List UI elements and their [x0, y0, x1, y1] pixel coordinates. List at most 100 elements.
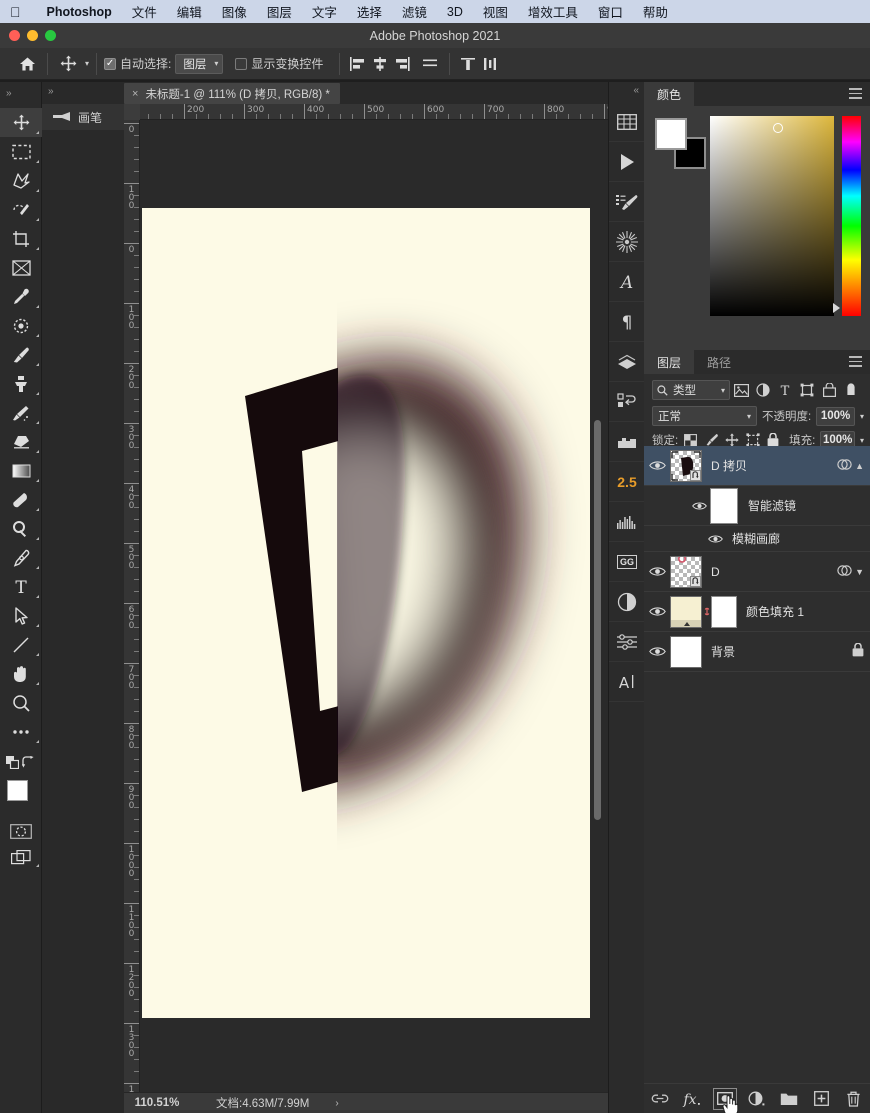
- table-row[interactable]: 颜色填充 1: [644, 592, 870, 632]
- layer-visibility-toggle[interactable]: [644, 566, 670, 577]
- layers-panel-menu-icon[interactable]: [849, 356, 862, 370]
- adjustment-filter-icon[interactable]: [752, 380, 774, 400]
- layer-thumbnail[interactable]: [670, 449, 702, 482]
- frame-tool[interactable]: [0, 253, 42, 282]
- auto-select-scope-select[interactable]: 图层 ▾: [175, 53, 224, 74]
- layer-visibility-toggle[interactable]: [644, 606, 670, 617]
- history-brush-tool[interactable]: [0, 398, 42, 427]
- color-field-marker[interactable]: [773, 123, 783, 133]
- dodge-tool[interactable]: [0, 514, 42, 543]
- character-panel-icon[interactable]: A: [609, 662, 645, 702]
- layer-name[interactable]: 颜色填充 1: [737, 603, 870, 620]
- layers-stack-icon[interactable]: [609, 342, 645, 382]
- menu-3d[interactable]: 3D: [437, 5, 473, 19]
- foreground-color-swatch[interactable]: [7, 780, 28, 801]
- version-25-icon[interactable]: 2.5: [609, 462, 645, 502]
- color-field[interactable]: [710, 116, 834, 316]
- distribute-top-icon[interactable]: [457, 53, 479, 75]
- gg-panel-icon[interactable]: GG: [609, 542, 645, 582]
- smart-filter-mask-thumbnail[interactable]: [710, 487, 738, 524]
- toolbox-collapse-icon[interactable]: »: [0, 82, 42, 104]
- pixel-filter-icon[interactable]: [730, 380, 752, 400]
- menu-select[interactable]: 选择: [347, 2, 392, 21]
- blur-gallery-visibility-toggle[interactable]: [704, 534, 726, 544]
- home-icon[interactable]: [14, 52, 40, 76]
- maximize-window-button[interactable]: [45, 30, 56, 41]
- clone-stamp-tool[interactable]: [0, 369, 42, 398]
- menu-plugins[interactable]: 增效工具: [518, 2, 588, 21]
- paragraph-panel-icon[interactable]: ¶: [609, 302, 645, 342]
- expand-layer-chevron-down-icon[interactable]: ▼: [855, 567, 864, 577]
- align-left-edges-icon[interactable]: [347, 53, 369, 75]
- hue-strip-marker[interactable]: [833, 303, 840, 313]
- quick-mask-button[interactable]: [0, 818, 42, 844]
- menu-view[interactable]: 视图: [473, 2, 518, 21]
- menu-image[interactable]: 图像: [212, 2, 257, 21]
- minimize-window-button[interactable]: [27, 30, 38, 41]
- hand-tool[interactable]: [0, 659, 42, 688]
- filter-effects-icon[interactable]: [837, 564, 852, 580]
- delete-layer-button[interactable]: [842, 1088, 866, 1110]
- menu-file[interactable]: 文件: [122, 2, 167, 21]
- layer-filter-kind-select[interactable]: 类型 ▾: [652, 380, 730, 400]
- filter-effects-icon[interactable]: [837, 458, 852, 474]
- grid-panel-icon[interactable]: [609, 102, 645, 142]
- status-expand-icon[interactable]: ›: [335, 1098, 338, 1109]
- apple-logo-icon[interactable]: : [10, 5, 21, 19]
- canvas-viewport[interactable]: [140, 120, 608, 1113]
- horizontal-ruler[interactable]: 200300400500600700800900: [124, 104, 608, 120]
- hue-strip[interactable]: [842, 116, 861, 316]
- eraser-tool[interactable]: [0, 427, 42, 456]
- layer-visibility-toggle[interactable]: [644, 460, 670, 471]
- layer-thumbnail[interactable]: [670, 635, 702, 668]
- opacity-chevron-down-icon[interactable]: ▾: [860, 412, 864, 421]
- link-layers-button[interactable]: [648, 1088, 672, 1110]
- tool-preset-chevron-down-icon[interactable]: ▾: [85, 59, 89, 68]
- menu-layer[interactable]: 图层: [257, 2, 302, 21]
- opacity-value[interactable]: 100%: [816, 406, 855, 426]
- auto-select-checkbox[interactable]: ✓: [104, 57, 117, 70]
- clips-panel-icon[interactable]: [609, 422, 645, 462]
- color-panel-menu-icon[interactable]: [849, 88, 862, 102]
- shape-filter-icon[interactable]: [796, 380, 818, 400]
- rectangular-marquee-tool[interactable]: [0, 137, 42, 166]
- table-row[interactable]: D 拷贝 ▲: [644, 446, 870, 486]
- object-selection-tool[interactable]: [0, 195, 42, 224]
- color-swatches[interactable]: [0, 776, 42, 818]
- default-colors-icon[interactable]: [6, 756, 20, 772]
- layer-name[interactable]: 背景: [702, 643, 852, 660]
- burst-panel-icon[interactable]: [609, 222, 645, 262]
- path-selection-tool[interactable]: [0, 601, 42, 630]
- align-top-edges-icon[interactable]: [419, 53, 441, 75]
- collapse-layer-chevron-up-icon[interactable]: ▲: [855, 461, 864, 471]
- layer-mask-link-icon[interactable]: [702, 605, 711, 618]
- new-group-button[interactable]: [777, 1088, 801, 1110]
- align-horizontal-centers-icon[interactable]: [369, 53, 391, 75]
- brush-panel-tab[interactable]: 画笔: [42, 104, 124, 130]
- type-tool[interactable]: T: [0, 572, 42, 601]
- menu-type[interactable]: 文字: [302, 2, 347, 21]
- brush-settings-icon[interactable]: [609, 182, 645, 222]
- layer-thumbnail[interactable]: [670, 555, 702, 588]
- adjustment-panel-icon[interactable]: [609, 582, 645, 622]
- list-item[interactable]: 模糊画廊: [644, 526, 870, 552]
- glyphs-panel-icon[interactable]: A: [609, 262, 645, 302]
- foreground-color-swatch[interactable]: [655, 118, 687, 150]
- swap-colors-icon[interactable]: [22, 756, 35, 772]
- distribute-centers-icon[interactable]: [479, 53, 501, 75]
- actions-panel-icon[interactable]: [609, 382, 645, 422]
- menu-edit[interactable]: 编辑: [167, 2, 212, 21]
- tab-paths[interactable]: 路径: [694, 350, 745, 374]
- layer-name[interactable]: D 拷贝: [702, 457, 837, 474]
- play-panel-icon[interactable]: [609, 142, 645, 182]
- type-filter-icon[interactable]: T: [774, 380, 796, 400]
- edit-toolbar-tool[interactable]: [0, 717, 42, 746]
- blend-mode-select[interactable]: 正常 ▾: [652, 406, 757, 426]
- lasso-tool[interactable]: [0, 166, 42, 195]
- move-tool-icon[interactable]: [55, 52, 81, 76]
- left-dock-collapse-icon[interactable]: »: [48, 86, 54, 97]
- screen-mode-button[interactable]: [0, 844, 42, 870]
- layer-name[interactable]: D: [702, 565, 837, 579]
- rail-collapse-icon[interactable]: «: [633, 85, 639, 96]
- gradient-tool[interactable]: [0, 456, 42, 485]
